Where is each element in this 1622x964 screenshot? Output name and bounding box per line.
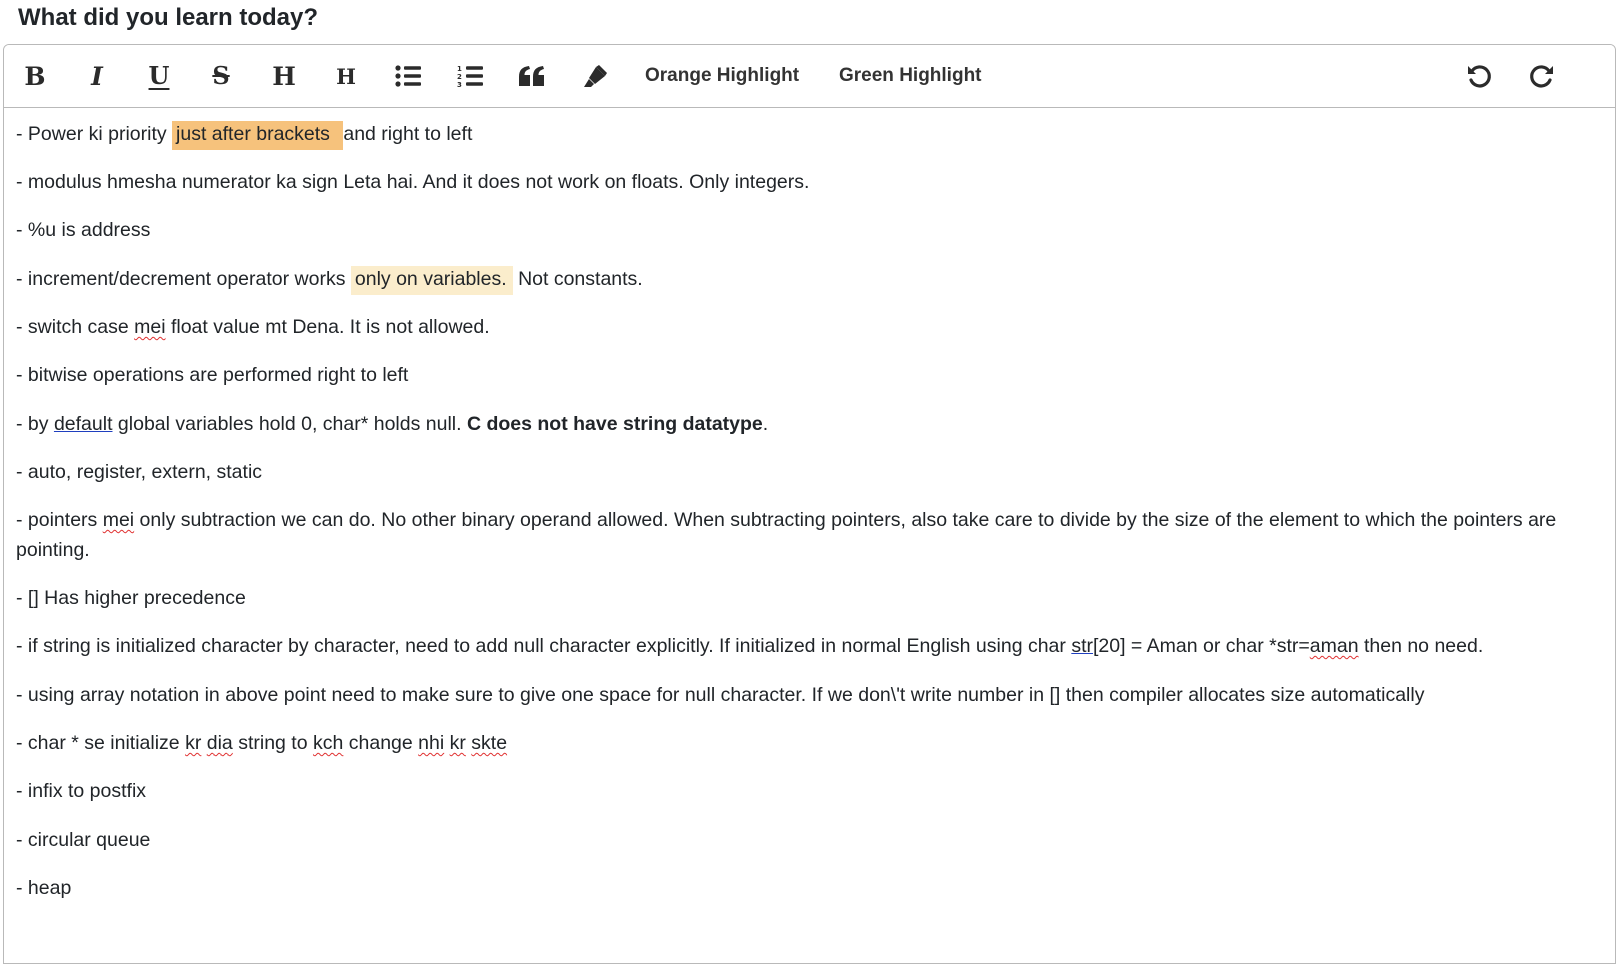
note-line: - if string is initialized character by … (16, 635, 1483, 658)
misspelled-word: kch (312, 732, 344, 754)
text-span: - by (16, 413, 54, 435)
text-span: - Power ki priority (16, 123, 173, 145)
heading-2-button[interactable]: H (329, 59, 363, 93)
rich-text-editor[interactable]: B I U S H H 1 2 3 Orange Highlight Green… (3, 44, 1616, 964)
blockquote-button[interactable] (515, 59, 549, 93)
text-span: - increment/decrement operator works (16, 268, 351, 290)
undo-button[interactable] (1462, 59, 1496, 93)
text-span: change (343, 732, 419, 754)
highlighter-button[interactable] (578, 59, 612, 93)
page-title: What did you learn today? (18, 4, 319, 31)
text-span: - switch case (16, 316, 135, 338)
note-line: - modulus hmesha numerator ka sign Leta … (16, 171, 810, 193)
strikethrough-button[interactable]: S (204, 59, 238, 93)
note-line: - Power ki priority just after brackets … (16, 121, 473, 150)
text-span: and right to left (343, 123, 473, 145)
orange-highlight-label: Orange Highlight (645, 65, 800, 86)
note-line: - switch case mei float value mt Dena. I… (16, 316, 490, 339)
text-span: - pointers (16, 509, 103, 531)
blockquote-icon (519, 66, 544, 86)
misspelled-word: skte (471, 732, 508, 754)
text-span: - if string is initialized character by … (16, 635, 1072, 657)
orange-highlight-button[interactable]: Orange Highlight (645, 59, 799, 93)
note-line: - pointers mei only subtraction we can d… (16, 505, 1601, 565)
bullet-list-button[interactable] (391, 59, 425, 93)
heading-1-button[interactable]: H (267, 59, 301, 93)
misspelled-word: mei (134, 316, 166, 338)
text-span: [20] = Aman or char *str= (1092, 635, 1310, 657)
green-highlight-text: only on variables. (350, 266, 513, 295)
svg-text:1: 1 (457, 65, 462, 73)
orange-highlight-text: just after brackets (172, 121, 344, 150)
redo-icon (1530, 65, 1553, 88)
misspelled-word: mei (102, 509, 135, 531)
note-line: - by default global variables hold 0, ch… (16, 413, 768, 436)
misspelled-word: aman (1309, 635, 1359, 657)
heading-1-icon: H (272, 61, 296, 91)
green-highlight-button[interactable]: Green Highlight (839, 59, 982, 93)
italic-button[interactable]: I (80, 59, 114, 93)
text-span: global variables hold 0, char* holds nul… (112, 413, 467, 435)
note-line: - bitwise operations are performed right… (16, 364, 409, 386)
underlined-word: default (53, 413, 113, 435)
misspelled-word: kr (449, 732, 466, 754)
misspelled-word: nhi (418, 732, 445, 754)
note-line: - char * se initialize kr dia string to … (16, 732, 507, 755)
ordered-list-button[interactable]: 1 2 3 (453, 59, 487, 93)
underline-button[interactable]: U (142, 59, 176, 93)
text-span: - char * se initialize (16, 732, 186, 754)
bold-button[interactable]: B (18, 59, 52, 93)
note-line: - %u is address (16, 219, 151, 241)
bullet-list-icon (395, 65, 421, 87)
redo-button[interactable] (1525, 59, 1559, 93)
strikethrough-icon: S (212, 61, 230, 90)
note-line: - heap (16, 877, 72, 899)
bold-icon: B (24, 61, 46, 91)
note-line: - circular queue (16, 829, 151, 851)
note-line: - increment/decrement operator works onl… (16, 266, 643, 295)
italic-icon: I (91, 61, 103, 91)
text-span: Not constants. (512, 268, 643, 290)
text-span: string to (232, 732, 313, 754)
heading-2-icon: H (336, 63, 356, 89)
note-line: - auto, register, extern, static (16, 461, 263, 483)
text-span: . (762, 413, 769, 435)
underlined-word: str (1071, 635, 1093, 657)
bold-text: C does not have string datatype (466, 413, 763, 435)
green-highlight-label: Green Highlight (839, 65, 982, 86)
editor-toolbar: B I U S H H 1 2 3 Orange Highlight Green… (4, 45, 1615, 108)
svg-text:2: 2 (457, 73, 462, 81)
svg-text:3: 3 (457, 81, 462, 88)
misspelled-word: kr (185, 732, 202, 754)
note-line: - infix to postfix (16, 780, 147, 802)
text-span: only subtraction we can do. No other bin… (16, 509, 1557, 561)
underline-icon: U (148, 61, 170, 90)
note-line: - using array notation in above point ne… (16, 684, 1425, 706)
text-span: then no need. (1358, 635, 1484, 657)
undo-icon (1468, 65, 1491, 88)
ordered-list-icon: 1 2 3 (457, 65, 483, 88)
highlighter-icon (584, 65, 607, 87)
text-span: float value mt Dena. It is not allowed. (165, 316, 490, 338)
note-line: - [] Has higher precedence (16, 587, 246, 609)
misspelled-word: dia (206, 732, 233, 754)
